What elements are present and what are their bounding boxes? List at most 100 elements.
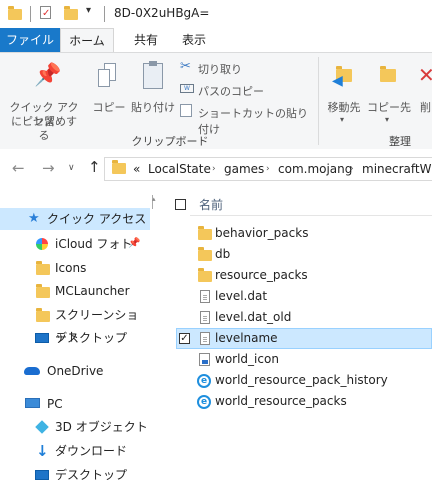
chevron-right-icon[interactable]: › bbox=[350, 164, 354, 174]
header-divider bbox=[190, 215, 432, 216]
pin-quick-access-button[interactable]: 📌 クイック アクセス にピン留めする bbox=[6, 59, 82, 143]
file-row[interactable]: resource_packs bbox=[176, 265, 432, 286]
column-header-name[interactable]: 名前 bbox=[199, 196, 223, 213]
delete-x-icon: ✕ bbox=[418, 63, 432, 87]
file-name: world_icon bbox=[215, 352, 279, 366]
nav-pc-label: PC bbox=[47, 397, 63, 411]
tab-file[interactable]: ファイル bbox=[0, 28, 60, 52]
file-icon bbox=[200, 332, 210, 345]
pin-icon: 📌 bbox=[128, 238, 141, 249]
file-name: world_resource_packs bbox=[215, 394, 347, 408]
nav-onedrive-label: OneDrive bbox=[47, 364, 104, 378]
title-bar: ✓ ▾ 8D-0X2uHBgA= bbox=[0, 0, 432, 28]
folder-icon bbox=[36, 284, 50, 298]
nav-item-desktop[interactable]: デスクトップ bbox=[0, 327, 150, 349]
folder-icon bbox=[198, 247, 212, 261]
chevron-down-icon: ▾ bbox=[385, 115, 390, 124]
ribbon: 📌 クイック アクセス にピン留めする コピー 貼り付け ✂ 切り取り W パス… bbox=[0, 52, 432, 151]
back-arrow-icon[interactable]: ← bbox=[12, 159, 25, 177]
cube-icon bbox=[35, 420, 49, 434]
nav-quick-access-label: クイック アクセス bbox=[47, 212, 147, 226]
file-name: levelname bbox=[215, 331, 278, 345]
file-name: world_resource_pack_history bbox=[215, 373, 388, 387]
file-row[interactable]: behavior_packs bbox=[176, 223, 432, 244]
paste-button[interactable]: 貼り付け bbox=[130, 59, 176, 129]
nav-onedrive[interactable]: OneDrive bbox=[0, 360, 150, 382]
nav-item-screenshots[interactable]: スクリーンショット bbox=[0, 304, 150, 344]
breadcrumb-minecraftworlds[interactable]: minecraftW bbox=[362, 162, 432, 176]
file-name: level.dat bbox=[215, 289, 268, 303]
file-icon bbox=[200, 311, 210, 324]
file-row[interactable]: db bbox=[176, 244, 432, 265]
onedrive-cloud-icon bbox=[24, 367, 40, 375]
file-row-selected[interactable]: ✓ levelname bbox=[176, 328, 432, 349]
nav-pc[interactable]: PC bbox=[0, 393, 150, 415]
copy-label: コピー bbox=[92, 101, 126, 114]
tab-view[interactable]: 表示 bbox=[174, 28, 214, 52]
breadcrumb-games[interactable]: games bbox=[224, 162, 264, 176]
chevron-right-icon[interactable]: › bbox=[212, 164, 216, 174]
desktop-icon bbox=[35, 333, 49, 343]
copy-to-label: コピー先 bbox=[367, 101, 411, 114]
nav-quick-access[interactable]: ★ クイック アクセス bbox=[0, 208, 150, 230]
chevron-right-icon[interactable]: › bbox=[266, 164, 270, 174]
file-row[interactable]: world_icon bbox=[176, 349, 432, 370]
pc-icon bbox=[25, 398, 40, 408]
tab-share[interactable]: 共有 bbox=[126, 28, 166, 52]
nav-item-downloads[interactable]: ↓ ダウンロード bbox=[0, 440, 150, 462]
folder-icon bbox=[36, 261, 50, 275]
nav-item-icons[interactable]: Icons bbox=[0, 257, 150, 279]
breadcrumb-overflow[interactable]: « bbox=[133, 162, 140, 176]
copy-button[interactable]: コピー bbox=[88, 59, 130, 129]
paste-shortcut-button[interactable]: ショートカットの貼り付け bbox=[180, 103, 316, 136]
row-checkbox-checked[interactable]: ✓ bbox=[179, 333, 190, 344]
file-row[interactable]: e world_resource_packs bbox=[176, 391, 432, 412]
recent-locations-icon[interactable]: ∨ bbox=[68, 163, 75, 173]
file-name: db bbox=[215, 247, 231, 261]
nav-item-mclauncher[interactable]: MCLauncher bbox=[0, 280, 150, 302]
copy-to-button[interactable]: コピー先 ▾ bbox=[366, 59, 412, 129]
cut-button[interactable]: ✂ 切り取り bbox=[180, 59, 310, 77]
select-all-checkbox[interactable] bbox=[175, 199, 186, 210]
nav-item-label: デスクトップ bbox=[55, 331, 128, 345]
nav-item-label: Icons bbox=[55, 261, 87, 275]
nav-item-3d-objects[interactable]: 3D オブジェクト bbox=[0, 416, 150, 438]
move-to-label: 移動先 bbox=[327, 101, 361, 114]
move-to-button[interactable]: ◀ 移動先 ▾ bbox=[322, 59, 366, 129]
nav-item-icloud-photos[interactable]: iCloud フォト 📌 bbox=[0, 233, 150, 255]
scissors-icon: ✂ bbox=[180, 59, 191, 74]
path-icon: W bbox=[180, 84, 194, 93]
image-file-icon bbox=[199, 353, 210, 366]
download-arrow-icon: ↓ bbox=[36, 442, 49, 460]
scroll-up-icon[interactable]: ▴ bbox=[152, 195, 159, 209]
group-divider bbox=[318, 57, 319, 145]
forward-arrow-icon[interactable]: → bbox=[42, 159, 55, 177]
file-row[interactable]: level.dat bbox=[176, 286, 432, 307]
copy-path-label: パスのコピー bbox=[198, 85, 264, 98]
internet-explorer-icon: e bbox=[197, 374, 211, 388]
properties-icon[interactable]: ✓ bbox=[38, 5, 54, 21]
copy-folder-icon bbox=[380, 66, 396, 82]
arrow-left-icon: ◀ bbox=[332, 73, 343, 89]
chevron-down-icon: ▾ bbox=[340, 115, 345, 124]
pin-icon: 📌 bbox=[34, 63, 62, 88]
customize-toolbar-icon[interactable]: ▾ bbox=[86, 5, 91, 16]
divider bbox=[30, 6, 31, 22]
delete-label: 削 bbox=[420, 101, 431, 114]
star-icon: ★ bbox=[28, 211, 40, 226]
shortcut-icon bbox=[180, 104, 192, 117]
file-name: resource_packs bbox=[215, 268, 308, 282]
up-arrow-icon[interactable]: ↑ bbox=[88, 158, 101, 176]
file-row[interactable]: e world_resource_pack_history bbox=[176, 370, 432, 391]
new-folder-icon[interactable] bbox=[64, 6, 78, 20]
nav-item-label: 3D オブジェクト bbox=[55, 420, 148, 434]
delete-button[interactable]: ✕ 削 bbox=[414, 59, 432, 129]
breadcrumb-localstate[interactable]: LocalState bbox=[148, 162, 211, 176]
folder-icon bbox=[36, 308, 50, 322]
file-row[interactable]: level.dat_old bbox=[176, 307, 432, 328]
tab-home[interactable]: ホーム bbox=[60, 28, 114, 52]
breadcrumb-com-mojang[interactable]: com.mojang bbox=[278, 162, 352, 176]
organize-group-label: 整理 bbox=[389, 135, 411, 148]
copy-path-button[interactable]: W パスのコピー bbox=[180, 81, 310, 99]
file-name: behavior_packs bbox=[215, 226, 309, 240]
